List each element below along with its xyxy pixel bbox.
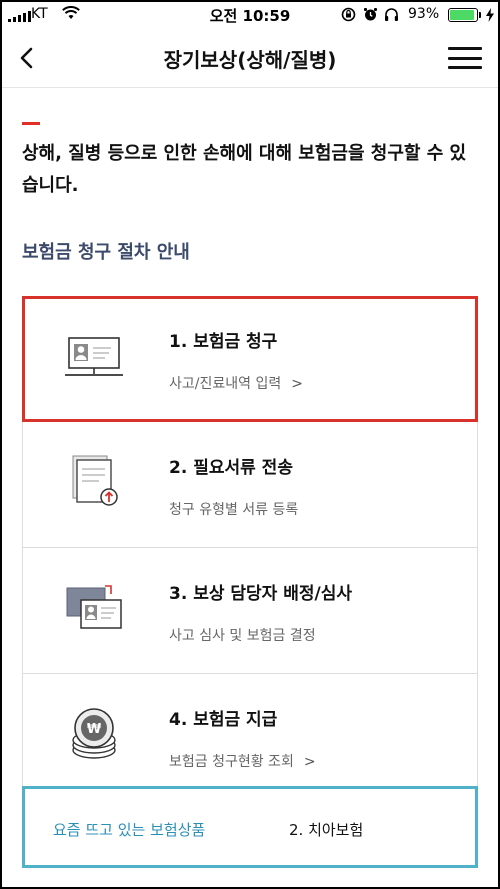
trending-product-banner[interactable]: 요즘 뜨고 있는 보험상품 2. 치아보험 — [22, 786, 478, 868]
section-title: 보험금 청구 절차 안내 — [22, 242, 190, 263]
battery-icon — [448, 8, 478, 22]
step-claim[interactable]: 1. 보험금 청구 사고/진료내역 입력 > — [22, 296, 478, 422]
step-documents[interactable]: 2. 필요서류 전송 청구 유형별 서류 등록 — [22, 422, 478, 548]
step-2-label: 2. 필요서류 전송 — [169, 458, 293, 478]
alarm-icon — [364, 8, 377, 21]
charging-bolt-icon — [486, 8, 494, 22]
claim-steps: 1. 보험금 청구 사고/진료내역 입력 > 2. 필요서류 전송 청구 유형별 … — [22, 296, 478, 800]
intro-text: 상해, 질병 등으로 인한 손해에 대해 보험금을 청구할 수 있습니다. — [22, 143, 467, 196]
hamburger-menu-icon[interactable] — [448, 47, 482, 69]
step-payment[interactable]: ₩ 4. 보험금 지급 보험금 청구현황 조회 > — [22, 674, 478, 800]
step-2-sub: 청구 유형별 서류 등록 — [169, 502, 299, 518]
step-4-label: 4. 보험금 지급 — [169, 710, 278, 730]
step-3-label: 3. 보상 담당자 배정/심사 — [169, 584, 353, 604]
won-coin-stack-icon: ₩ — [72, 708, 116, 759]
headphones-icon — [385, 8, 398, 21]
nav-bar: 장기보상(상해/질병) — [0, 30, 500, 88]
battery-percent: 93% — [408, 6, 440, 22]
id-card-assign-icon — [66, 585, 122, 629]
step-review[interactable]: 3. 보상 담당자 배정/심사 사고 심사 및 보험금 결정 — [22, 548, 478, 674]
page-title: 장기보상(상해/질병) — [163, 48, 337, 72]
battery-cap — [479, 12, 481, 18]
step-4-sub: 보험금 청구현황 조회 > — [169, 754, 316, 770]
chevron-right-icon: > — [303, 754, 316, 770]
step-1-label: 1. 보험금 청구 — [169, 332, 278, 352]
document-upload-icon — [72, 455, 118, 506]
svg-text:₩: ₩ — [87, 722, 102, 737]
step-1-sub: 사고/진료내역 입력 > — [169, 376, 303, 392]
status-bar: KT 오전 10:59 93% — [0, 0, 500, 30]
accent-bar — [22, 122, 40, 125]
banner-lead: 요즘 뜨고 있는 보험상품 — [53, 821, 206, 839]
step-3-sub: 사고 심사 및 보험금 결정 — [169, 628, 316, 644]
chevron-right-icon: > — [291, 376, 303, 392]
banner-product-link[interactable]: 2. 치아보험 — [289, 819, 363, 840]
monitor-profile-icon — [65, 337, 123, 376]
rotation-lock-icon — [341, 7, 356, 22]
